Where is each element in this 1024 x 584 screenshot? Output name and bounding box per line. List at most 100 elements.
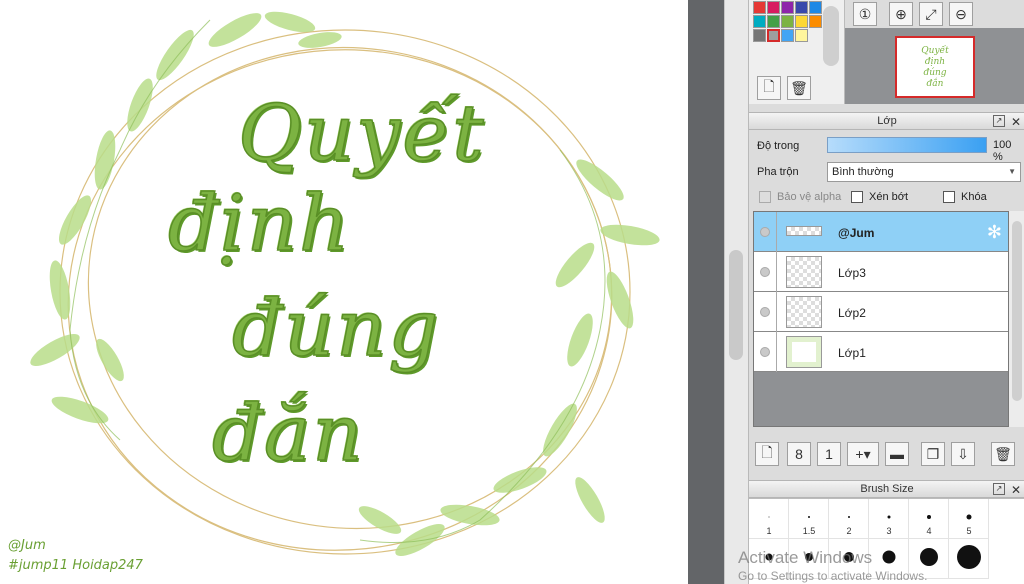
color-swatch[interactable] [809, 1, 822, 14]
folder-icon[interactable]: ▬ [885, 442, 909, 466]
color-swatch[interactable] [809, 15, 822, 28]
brush-size-label: 5 [966, 526, 972, 536]
preview-line: đúng [923, 68, 947, 78]
drawing-canvas[interactable]: Quyết định đúng đắn @Jum #jump11 Hoidap2… [0, 0, 688, 584]
right-panels: 🗋 🗑 ① ⊕ ⤢ ⊖ Quyết định đúng đắn Lớp ↗ ✕ [748, 0, 1024, 584]
color-swatch[interactable] [767, 1, 780, 14]
color-swatch[interactable] [767, 15, 780, 28]
activate-windows-subtitle: Go to Settings to activate Windows. [738, 569, 928, 583]
color-swatch[interactable] [781, 15, 794, 28]
popout-icon[interactable]: ↗ [993, 483, 1005, 495]
brush-size-option[interactable]: 5 [949, 499, 989, 539]
artwork-hashtag: #jump11 Hoidap247 [8, 558, 143, 573]
preview-line: định [924, 57, 946, 67]
layer-row[interactable]: @Jum ✻ [754, 212, 1008, 252]
blend-mode-value: Bình thường [832, 166, 894, 178]
color-swatch[interactable] [753, 15, 766, 28]
scrollbar-thumb[interactable] [729, 250, 743, 360]
visibility-toggle-icon[interactable] [760, 347, 770, 357]
brush-size-option[interactable]: 1.5 [789, 499, 829, 539]
new-8bit-layer-icon[interactable]: 8 [787, 442, 811, 466]
divider [776, 292, 777, 332]
visibility-toggle-icon[interactable] [760, 307, 770, 317]
zoom-in-icon[interactable]: ⊕ [889, 2, 913, 26]
canvas-vertical-scrollbar[interactable] [724, 0, 748, 584]
brush-size-option[interactable]: 2 [829, 499, 869, 539]
opacity-value: 100 % [993, 139, 1012, 163]
blend-mode-select[interactable]: Bình thường ▼ [827, 162, 1021, 182]
lock-label: Khóa [961, 191, 987, 203]
preview-line: đắn [926, 79, 944, 89]
zoom-out-icon[interactable]: ⊖ [949, 2, 973, 26]
artwork-line-2: định [167, 179, 352, 269]
add-layer-dropdown-icon[interactable]: +▾ [847, 442, 879, 466]
brush-size-label: 2 [846, 526, 852, 536]
layer-thumbnail [786, 256, 822, 288]
brush-size-option[interactable]: 1 [749, 499, 789, 539]
color-swatch[interactable] [795, 1, 808, 14]
color-swatch[interactable] [753, 29, 766, 42]
color-swatch[interactable] [781, 1, 794, 14]
opacity-slider[interactable] [827, 137, 987, 153]
brush-dot [807, 516, 810, 518]
clipping-checkbox[interactable]: Xén bớt [851, 191, 908, 203]
blend-mode-label: Pha trộn [757, 166, 799, 178]
new-layer-icon[interactable]: 🗋 [755, 442, 779, 466]
fit-icon[interactable]: ⤢ [919, 2, 943, 26]
color-swatch[interactable] [781, 29, 794, 42]
new-page-icon[interactable]: 🗋 [757, 76, 781, 100]
duplicate-layer-icon[interactable]: ❐ [921, 442, 945, 466]
layer-list-scrollbar[interactable] [1009, 211, 1024, 427]
gear-icon[interactable]: ✻ [987, 222, 1002, 243]
new-1bit-layer-icon[interactable]: 1 [817, 442, 841, 466]
navigator-toolbar: ① ⊕ ⤢ ⊖ [845, 0, 1024, 28]
lock-checkbox[interactable]: Khóa [943, 191, 987, 203]
palette-scrollbar[interactable] [823, 6, 839, 66]
activate-windows-watermark: Activate Windows Go to Settings to activ… [738, 549, 927, 584]
layer-row[interactable]: Lớp1 [754, 332, 1008, 372]
brush-dot [847, 516, 850, 518]
divider [776, 332, 777, 372]
artwork-signature: @Jum [8, 538, 46, 553]
close-icon[interactable]: ✕ [1011, 114, 1021, 131]
navigator-preview[interactable]: Quyết định đúng đắn [895, 36, 975, 98]
layer-thumbnail [786, 226, 822, 236]
checkbox-box [943, 191, 955, 203]
brush-size-option[interactable]: 4 [909, 499, 949, 539]
brush-size-option[interactable] [949, 539, 989, 579]
brush-size-panel-title: Brush Size ↗ ✕ [749, 480, 1024, 498]
canvas-gutter [688, 0, 724, 584]
color-swatch[interactable] [795, 15, 808, 28]
protect-alpha-checkbox[interactable]: Bảo vệ alpha [759, 191, 841, 203]
brush-size-title-text: Brush Size [860, 483, 914, 495]
merge-down-icon[interactable]: ⇩ [951, 442, 975, 466]
layer-name: Lớp3 [838, 266, 866, 280]
layer-name: @Jum [838, 226, 875, 240]
close-icon[interactable]: ✕ [1011, 482, 1021, 499]
brush-dot [887, 515, 890, 519]
protect-alpha-label: Bảo vệ alpha [777, 191, 842, 203]
color-swatch-selected[interactable] [767, 29, 780, 42]
brush-size-label: 4 [926, 526, 932, 536]
artwork-line-1: Quyết [237, 89, 486, 179]
layer-name: Lớp2 [838, 306, 866, 320]
color-palette: 🗋 🗑 [749, 0, 845, 104]
scrollbar-thumb[interactable] [1012, 221, 1022, 401]
activate-windows-title: Activate Windows [738, 548, 873, 567]
visibility-toggle-icon[interactable] [760, 227, 770, 237]
brush-dot [966, 514, 971, 520]
brush-size-option[interactable]: 3 [869, 499, 909, 539]
layer-row[interactable]: Lớp3 [754, 252, 1008, 292]
visibility-toggle-icon[interactable] [760, 267, 770, 277]
color-swatch[interactable] [753, 1, 766, 14]
checkbox-box [851, 191, 863, 203]
layer-thumbnail [786, 296, 822, 328]
trash-icon[interactable]: 🗑 [991, 442, 1015, 466]
chevron-down-icon: ▼ [1008, 167, 1016, 176]
layer-row[interactable]: Lớp2 [754, 292, 1008, 332]
trash-icon[interactable]: 🗑 [787, 76, 811, 100]
color-swatch[interactable] [795, 29, 808, 42]
layer-toolbar: 🗋 8 1 +▾ ▬ ❐ ⇩ 🗑 [749, 436, 1024, 470]
popout-icon[interactable]: ↗ [993, 115, 1005, 127]
zoom-actual-icon[interactable]: ① [853, 2, 877, 26]
